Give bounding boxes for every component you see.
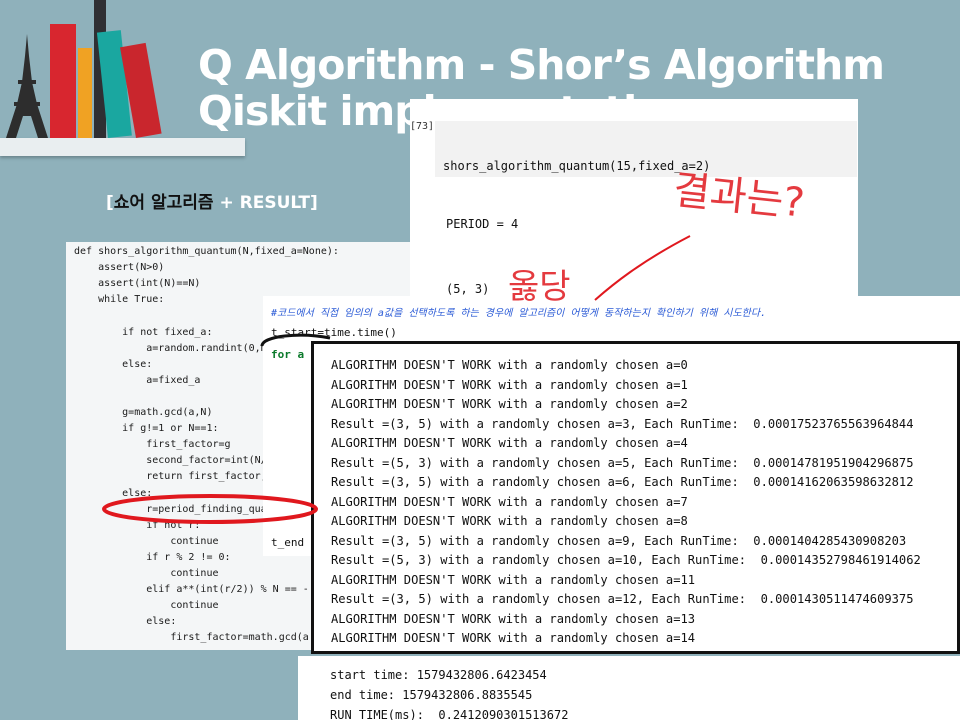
- output-line: ALGORITHM DOESN'T WORK with a randomly c…: [331, 436, 688, 450]
- output-line: Result =(3, 5) with a randomly chosen a=…: [331, 475, 914, 489]
- output-line: ALGORITHM DOESN'T WORK with a randomly c…: [331, 631, 696, 645]
- section-subtitle: [쇼어 알고리즘 + RESULT]: [106, 188, 318, 213]
- output-line: ALGORITHM DOESN'T WORK with a randomly c…: [331, 377, 688, 392]
- cell-input: shors_algorithm_quantum(15,fixed_a=2): [435, 121, 857, 177]
- code-line: r=period_finding_quan: [74, 503, 273, 515]
- output-line: ALGORITHM DOESN'T WORK with a randomly c…: [331, 514, 688, 528]
- end-time: end time: 1579432806.8835545: [330, 688, 533, 702]
- korean-comment: #코드에서 직접 임의의 a값을 선택하도록 하는 경우에 알고리즘이 어떻게 …: [271, 308, 767, 319]
- output-line: ALGORITHM DOESN'T WORK with a randomly c…: [331, 494, 688, 509]
- code-line: continue: [74, 600, 219, 612]
- subtitle-korean: 쇼어 알고리즘: [113, 193, 214, 213]
- code-line: def shors_algorithm_quantum(N,fixed_a=No…: [74, 246, 339, 257]
- code-line: first_factor=math.gcd(a: [74, 632, 309, 644]
- output-line: Result =(3, 5) with a randomly chosen a=…: [331, 416, 914, 431]
- code-line: else:: [74, 616, 177, 628]
- eiffel-tower-icon: [6, 34, 48, 138]
- output-panel: ALGORITHM DOESN'T WORK with a randomly c…: [311, 341, 960, 654]
- code-line: return first_factor,: [74, 471, 267, 483]
- code-line-start: t_start=time.time(): [271, 326, 397, 339]
- book-orange: [78, 48, 92, 138]
- code-line: continue: [74, 535, 219, 547]
- period-output: PERIOD = 4: [446, 217, 519, 231]
- books: [48, 0, 168, 138]
- code-line: a=fixed_a: [74, 374, 201, 386]
- code-line: if g!=1 or N==1:: [74, 423, 219, 435]
- code-line: while True:: [74, 294, 165, 306]
- output-line: ALGORITHM DOESN'T WORK with a randomly c…: [331, 611, 696, 626]
- code-line: first_factor=g: [74, 439, 231, 451]
- output-line: ALGORITHM DOESN'T WORK with a randomly c…: [331, 358, 688, 372]
- code-line: else:: [74, 358, 153, 370]
- subtitle-open-bracket: [: [106, 193, 114, 213]
- code-line: elif a**(int(r/2)) % N == -: [74, 584, 309, 596]
- start-time: start time: 1579432806.6423454: [330, 668, 547, 682]
- output-line: ALGORITHM DOESN'T WORK with a randomly c…: [331, 397, 688, 411]
- cell-code: shors_algorithm_quantum(15,fixed_a=2): [443, 159, 711, 173]
- result-tuple: (5, 3): [446, 282, 490, 296]
- code-line-for: for a: [271, 348, 305, 361]
- code-line: continue: [74, 568, 219, 579]
- book-red: [50, 24, 76, 138]
- code-line: if r % 2 != 0:: [74, 551, 231, 563]
- output-line: Result =(3, 5) with a randomly chosen a=…: [331, 533, 907, 548]
- code-line: else:: [74, 487, 153, 499]
- jupyter-cell-top: [73]: shors_algorithm_quantum(15,fixed_a…: [410, 99, 858, 309]
- code-line-end: t_end: [271, 536, 305, 549]
- subtitle-rest: + RESULT]: [213, 193, 318, 213]
- code-line: if not r:: [74, 519, 201, 531]
- shelf: [0, 138, 245, 156]
- code-line: assert(int(N)==N): [74, 278, 201, 290]
- code-line: assert(N>0): [74, 262, 165, 274]
- timing-panel: start time: 1579432806.6423454 end time:…: [298, 656, 960, 720]
- code-line: second_factor=int(N/: [74, 455, 267, 467]
- code-line: a=random.randint(0,N: [74, 342, 267, 354]
- output-line: Result =(5, 3) with a randomly chosen a=…: [331, 553, 921, 567]
- code-line: if not fixed_a:: [74, 326, 213, 338]
- code-line: g=math.gcd(a,N): [74, 407, 213, 418]
- output-line: Result =(3, 5) with a randomly chosen a=…: [331, 592, 914, 606]
- output-line: ALGORITHM DOESN'T WORK with a randomly c…: [331, 572, 696, 587]
- title-line-1: Q Algorithm - Shor’s Algorithm: [198, 41, 885, 89]
- output-line: Result =(5, 3) with a randomly chosen a=…: [331, 455, 914, 470]
- run-time: RUN TIME(ms): 0.2412090301513672: [330, 708, 569, 720]
